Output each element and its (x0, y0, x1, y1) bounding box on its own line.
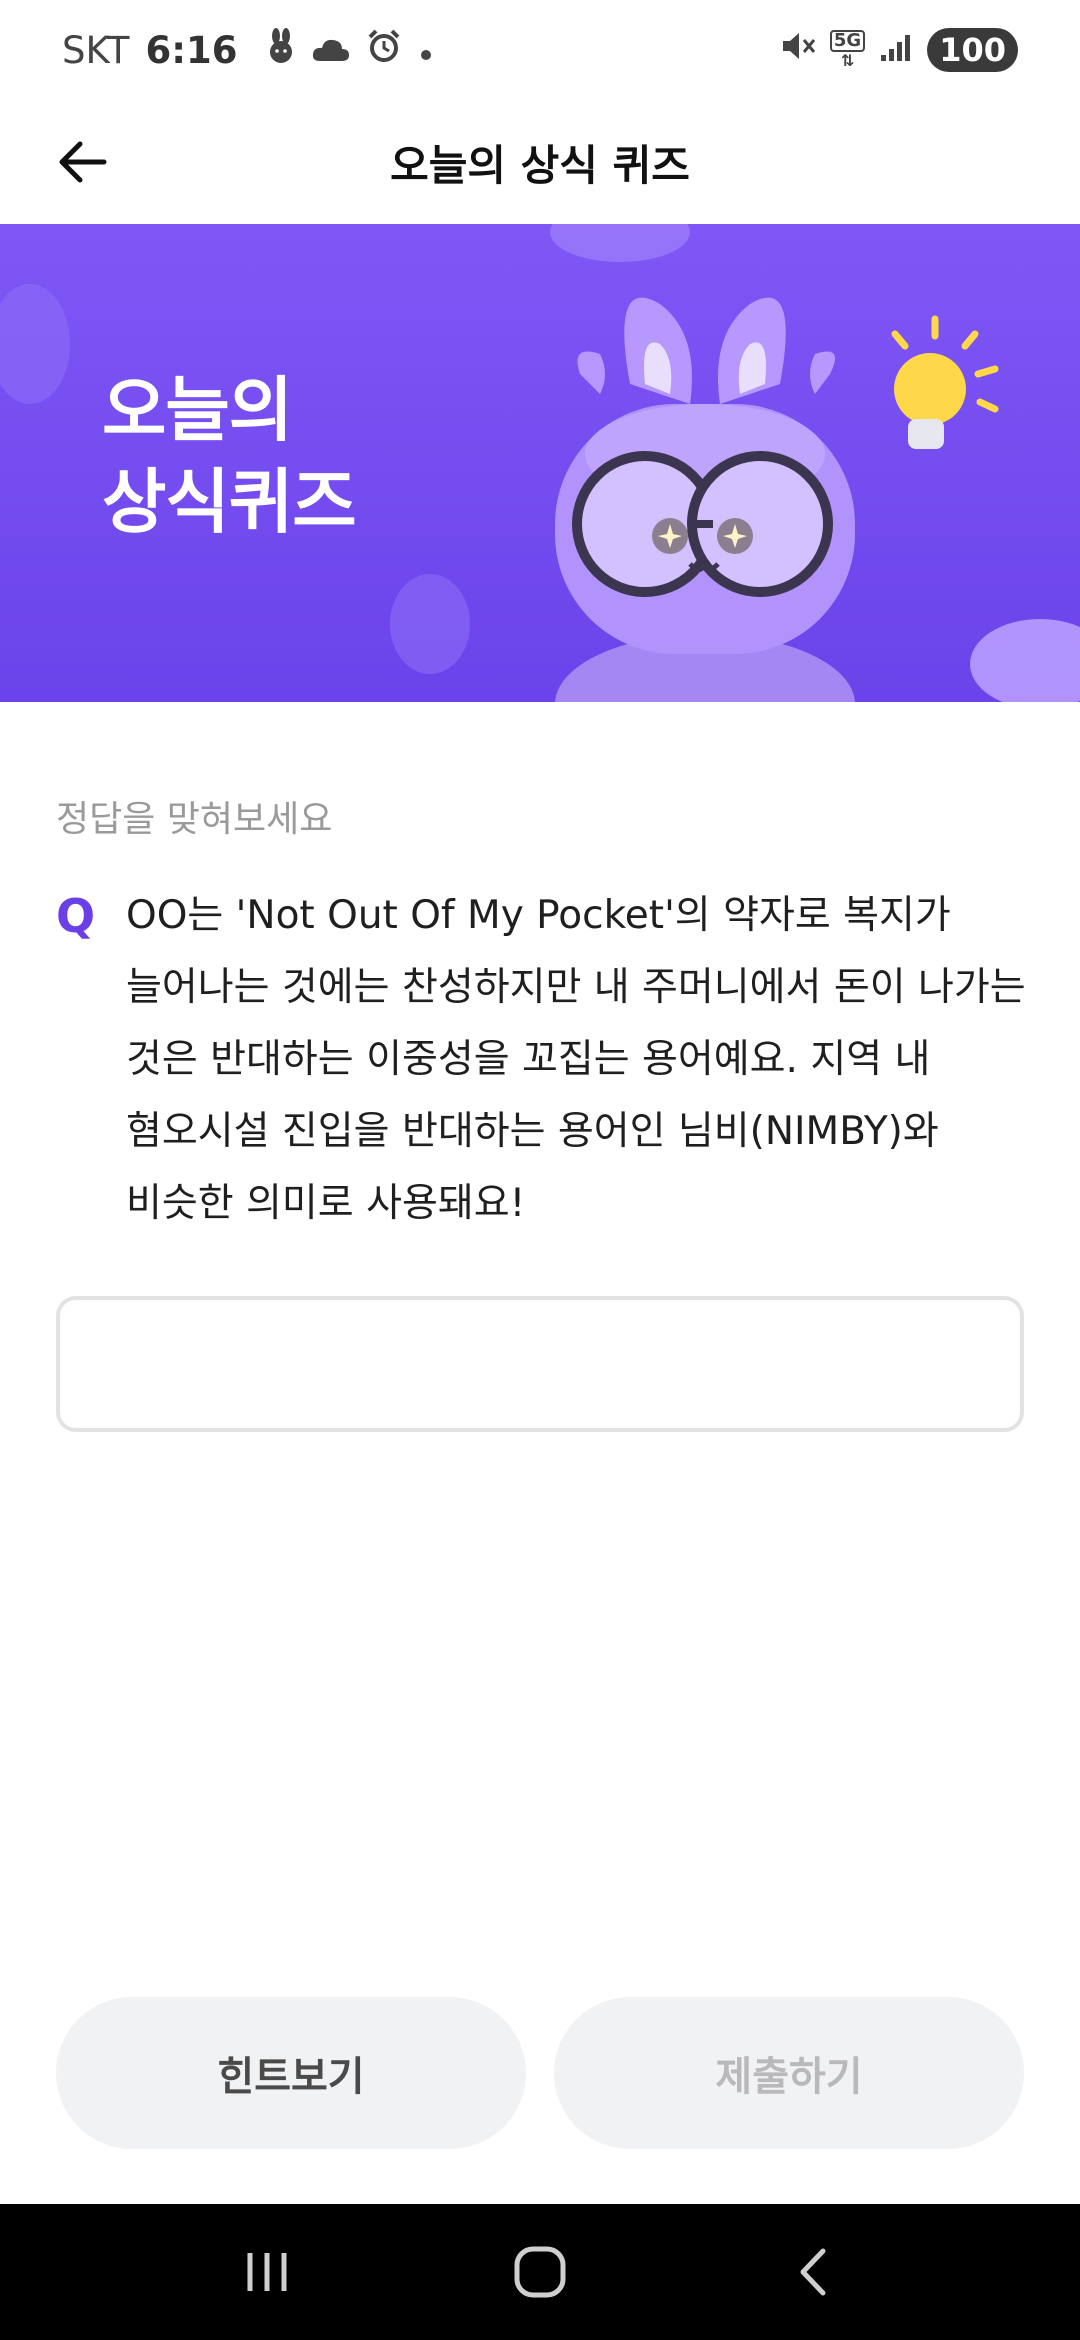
alarm-icon (366, 28, 402, 73)
nav-back-button[interactable] (768, 2227, 858, 2317)
submit-button[interactable]: 제출하기 (554, 1997, 1024, 2149)
dot-icon (418, 29, 434, 72)
recent-apps-button[interactable] (222, 2227, 312, 2317)
clock: 6:16 (145, 28, 238, 72)
coin (970, 619, 1080, 702)
quiz-banner: 오늘의 상식퀴즈 (0, 224, 1080, 702)
carrier-label: SKT (62, 28, 130, 72)
mute-icon (780, 29, 816, 72)
coin (390, 574, 470, 674)
app-header: 오늘의 상식 퀴즈 (0, 100, 1080, 224)
question-label: Q (56, 889, 96, 943)
banner-title: 오늘의 상식퀴즈 (102, 364, 357, 548)
system-nav-bar (0, 2204, 1080, 2340)
home-icon (514, 2246, 566, 2298)
quiz-prompt: 정답을 맞혀보세요 (56, 799, 333, 840)
battery-icon: 100 (927, 28, 1018, 72)
banner-title-line2: 상식퀴즈 (102, 461, 357, 543)
status-bar: SKT 6:16 5G ⇅ 100 (0, 0, 1080, 100)
question-text: OO는 'Not Out Of My Pocket'의 약자로 복지가 늘어나는… (126, 893, 1026, 1226)
home-button[interactable] (495, 2227, 585, 2317)
cloud-icon (312, 29, 350, 72)
back-button[interactable] (50, 130, 114, 194)
answer-input[interactable] (56, 1296, 1024, 1432)
rabbit-icon (266, 27, 296, 73)
quiz-question: Q OO는 'Not Out Of My Pocket'의 약자로 복지가 늘어… (56, 880, 1026, 1240)
banner-title-line1: 오늘의 (102, 369, 293, 451)
status-right: 5G ⇅ 100 (780, 28, 1018, 72)
signal-icon (879, 29, 913, 72)
recent-apps-icon (247, 2253, 287, 2291)
hint-button[interactable]: 힌트보기 (56, 1997, 526, 2149)
network-5g-icon: 5G ⇅ (829, 30, 866, 70)
back-icon (800, 2248, 826, 2296)
arrow-left-icon (59, 141, 107, 183)
status-left: SKT 6:16 (62, 27, 434, 73)
coin (550, 224, 690, 262)
coin (0, 284, 70, 404)
network-type-label: 5G (829, 30, 866, 52)
lightbulb-icon (891, 315, 999, 449)
page-title: 오늘의 상식 퀴즈 (390, 140, 690, 190)
